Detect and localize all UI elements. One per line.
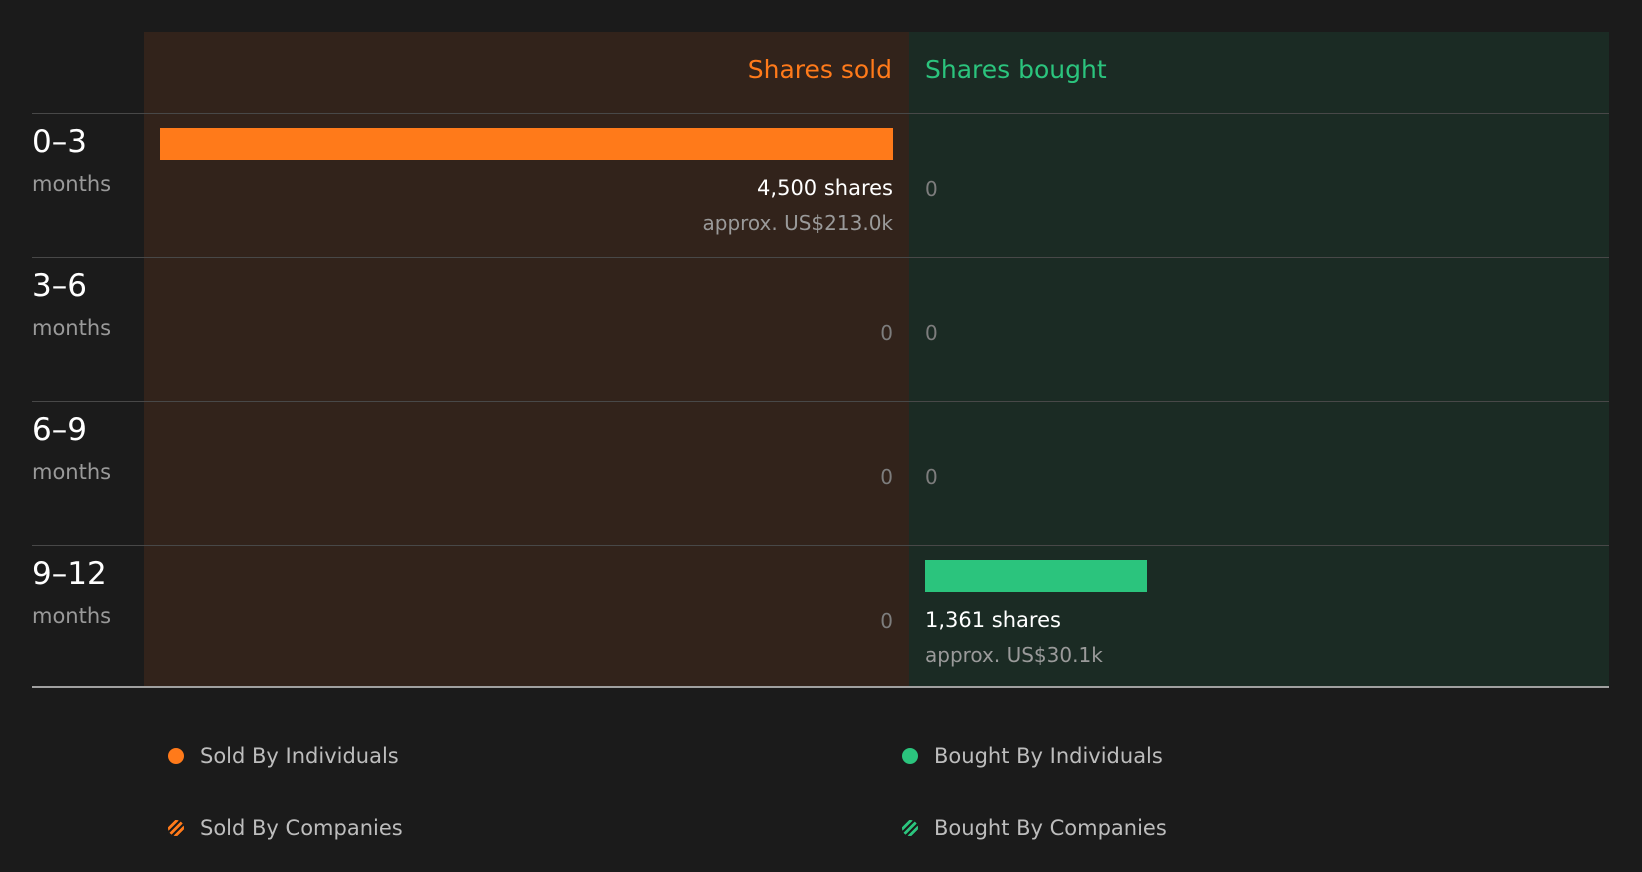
period-unit-label: months	[32, 172, 112, 196]
legend-label: Bought By Individuals	[934, 744, 1163, 768]
table-row: 0–3 months 4,500 shares approx. US$213.0k 0	[0, 113, 1642, 257]
table-row: 3–6 months 0 0	[0, 257, 1642, 401]
bought-bar	[925, 560, 1147, 592]
period-label: 9–12	[32, 556, 107, 592]
shares-sold-header: Shares sold	[747, 55, 892, 84]
period-label: 3–6	[32, 268, 87, 304]
legend-dot-icon	[902, 748, 918, 764]
sold-zero-label: 0	[880, 465, 893, 489]
sold-bar	[160, 128, 893, 160]
sold-zero-label: 0	[880, 609, 893, 633]
table-row: 6–9 months 0 0	[0, 401, 1642, 545]
bought-zero-label: 0	[925, 321, 938, 345]
legend-hatch-icon	[168, 820, 184, 836]
legend-label: Sold By Companies	[200, 816, 403, 840]
period-label: 0–3	[32, 124, 87, 160]
legend-dot-icon	[168, 748, 184, 764]
period-unit-label: months	[32, 604, 112, 628]
sold-zero-label: 0	[880, 321, 893, 345]
period-label: 6–9	[32, 412, 87, 448]
bought-shares-label: 1,361 shares	[925, 608, 1061, 632]
legend-hatch-icon	[902, 820, 918, 836]
bought-value-label: approx. US$30.1k	[925, 643, 1103, 667]
sold-shares-label: 4,500 shares	[757, 176, 893, 200]
shares-bought-header: Shares bought	[925, 55, 1107, 84]
period-unit-label: months	[32, 316, 112, 340]
bought-zero-label: 0	[925, 465, 938, 489]
period-unit-label: months	[32, 460, 112, 484]
legend-label: Bought By Companies	[934, 816, 1167, 840]
table-row: 9–12 months 0 1,361 shares approx. US$30.1k	[0, 545, 1642, 689]
bought-zero-label: 0	[925, 177, 938, 201]
legend-label: Sold By Individuals	[200, 744, 399, 768]
chart-baseline	[32, 686, 1609, 688]
sold-value-label: approx. US$213.0k	[702, 211, 894, 235]
